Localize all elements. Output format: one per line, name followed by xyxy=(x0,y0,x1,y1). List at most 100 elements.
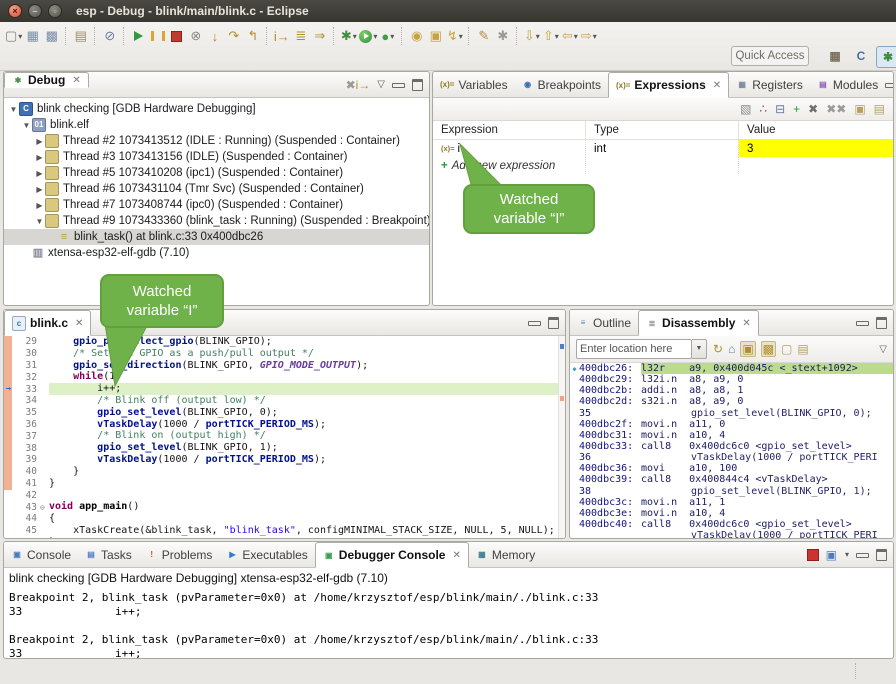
annotations-button[interactable]: ✱ xyxy=(494,26,511,46)
disasm-instruction[interactable]: 400dbc2b:addi.n a8, a8, 1 xyxy=(570,385,893,396)
tab-registers[interactable]: ▦Registers xyxy=(729,72,810,97)
run-launch-button[interactable]: ▾ xyxy=(359,26,377,46)
tab-outline[interactable]: ≡Outline xyxy=(570,310,638,335)
disasm-instruction[interactable]: ◆400dbc26:l32r a9, 0x400d045c <_stext+10… xyxy=(570,363,893,374)
tab-console[interactable]: ▣Console xyxy=(4,542,78,567)
code-line-39[interactable]: 39 vTaskDelay(1000 / portTICK_PERIOD_MS)… xyxy=(4,454,565,466)
code-line-38[interactable]: 38 gpio_set_level(BLINK_GPIO, 1); xyxy=(4,442,565,454)
remove-expression-icon[interactable]: ✖ xyxy=(808,102,818,116)
step-over-button[interactable]: ↷ xyxy=(225,26,242,46)
use-step-filters-button[interactable]: ⇒ xyxy=(311,26,328,46)
code-line-44[interactable]: 44{ xyxy=(4,513,565,525)
twisty-open-icon[interactable]: ▼ xyxy=(8,105,19,114)
twisty-closed-icon[interactable]: ▶ xyxy=(34,169,45,178)
code-line-40[interactable]: 40 } xyxy=(4,466,565,478)
code-line-42[interactable]: 42 xyxy=(4,489,565,501)
back-button[interactable]: ⇦▾ xyxy=(561,26,578,46)
minimize-icon[interactable] xyxy=(885,83,894,88)
go-home-icon[interactable]: ⌂ xyxy=(728,342,735,356)
tab-debug[interactable]: ✱Debug✕ xyxy=(4,72,89,88)
show-logical-structure-icon[interactable]: ∴ xyxy=(759,102,767,116)
overview-ruler[interactable] xyxy=(558,336,565,539)
column-header-value[interactable]: Value xyxy=(739,121,893,139)
tab-problems[interactable]: !Problems xyxy=(139,542,220,567)
disasm-instruction[interactable]: 400dbc2f:movi.n a11, 0 xyxy=(570,419,893,430)
show-full-paths-button[interactable]: ≣ xyxy=(292,26,309,46)
minimize-icon[interactable] xyxy=(856,321,869,326)
twisty-closed-icon[interactable]: ▶ xyxy=(34,137,45,146)
code-line-37[interactable]: 37 /* Blink on (output high) */ xyxy=(4,430,565,442)
open-type-button[interactable]: ◉ xyxy=(408,26,425,46)
disasm-instruction[interactable]: 400dbc39:call8 0x400844c4 <vTaskDelay> xyxy=(570,474,893,485)
open-element-button[interactable]: ↯▾ xyxy=(446,26,463,46)
maximize-icon[interactable] xyxy=(876,549,887,561)
column-header-type[interactable]: Type xyxy=(586,121,739,139)
remove-all-terminated-icon[interactable]: ✖ xyxy=(346,78,356,92)
disasm-source-line[interactable]: 38gpio_set_level(BLINK_GPIO, 1); xyxy=(570,486,893,497)
location-dropdown-icon[interactable]: ▼ xyxy=(692,339,707,359)
window-minimize-button[interactable]: – xyxy=(28,4,42,18)
open-new-view-icon[interactable]: ▣ xyxy=(854,102,865,116)
fold-collapse-icon[interactable]: ⊖ xyxy=(40,503,49,512)
tab-tasks[interactable]: ▤Tasks xyxy=(78,542,139,567)
minimize-icon[interactable] xyxy=(856,553,869,558)
code-line-32[interactable]: 32 while(1) xyxy=(4,371,565,383)
close-tab-icon[interactable]: ✕ xyxy=(72,75,80,86)
add-expression-icon[interactable]: + xyxy=(793,102,800,116)
view-menu-icon[interactable]: ▽ xyxy=(879,344,887,355)
maximize-icon[interactable] xyxy=(876,317,887,329)
sync-with-active-context-icon[interactable]: ▣ xyxy=(740,341,755,357)
code-line-34[interactable]: 34 /* Blink off (output low) */ xyxy=(4,395,565,407)
disasm-source-line[interactable]: 36vTaskDelay(1000 / portTICK_PERI xyxy=(570,452,893,463)
resume-button[interactable] xyxy=(130,26,147,46)
close-tab-icon[interactable]: ✕ xyxy=(742,318,750,329)
tree-item-thread-5-1073410208-ip[interactable]: ▶Thread #5 1073410208 (ipc1) (Suspended … xyxy=(4,165,429,181)
open-perspective-button[interactable]: ▦ xyxy=(824,46,846,66)
last-edit-location-button[interactable]: ⇧▾ xyxy=(542,26,559,46)
minimize-icon[interactable] xyxy=(392,83,405,88)
tree-item-blink-task-at-blink-c-[interactable]: ≡blink_task() at blink.c:33 0x400dbc26 xyxy=(4,229,429,245)
instruction-stepping-button[interactable]: i→ xyxy=(273,26,290,46)
open-resource-button[interactable]: ▣ xyxy=(427,26,444,46)
debug-perspective-button[interactable]: ✱ xyxy=(876,46,896,68)
tab-executables[interactable]: ▶Executables xyxy=(219,542,314,567)
disasm-instruction[interactable]: 400dbc3c:movi.n a11, 1 xyxy=(570,497,893,508)
disasm-instruction[interactable]: 400dbc36:movi a10, 100 xyxy=(570,463,893,474)
pin-view-icon[interactable]: ▤ xyxy=(874,102,885,116)
tree-item-xtensa-esp32-elf-gdb-7-[interactable]: ▥xtensa-esp32-elf-gdb (7.10) xyxy=(4,245,429,261)
track-program-counter-icon[interactable]: ▩ xyxy=(761,341,776,357)
disconnect-button[interactable]: ⊗ xyxy=(187,26,204,46)
view-menu-icon[interactable]: ▽ xyxy=(377,79,385,90)
editor-body[interactable]: 29 gpio_pad_select_gpio(BLINK_GPIO);30 /… xyxy=(4,336,565,539)
forward-button[interactable]: ⇨▾ xyxy=(580,26,597,46)
step-return-button[interactable]: ↰ xyxy=(244,26,261,46)
code-line-46[interactable]: 46} xyxy=(4,537,565,539)
debug-launch-button[interactable]: ✱▾ xyxy=(340,26,357,46)
instruction-stepping-mode-icon[interactable]: i→ xyxy=(356,78,371,92)
tab-breakpoints[interactable]: ◉Breakpoints xyxy=(515,72,608,97)
tab-debugger-console[interactable]: ▣Debugger Console✕ xyxy=(315,542,469,568)
close-tab-icon[interactable]: ✕ xyxy=(713,80,721,91)
location-input[interactable] xyxy=(576,339,692,359)
build-button[interactable]: ▤ xyxy=(72,26,89,46)
suspend-button[interactable] xyxy=(149,26,166,46)
tree-item-thread-9-1073433360-bl[interactable]: ▼Thread #9 1073433360 (blink_task : Runn… xyxy=(4,213,429,229)
code-line-29[interactable]: 29 gpio_pad_select_gpio(BLINK_GPIO); xyxy=(4,336,565,348)
quick-access-button[interactable]: Quick Access xyxy=(731,46,809,66)
new-wizard-button[interactable]: ▢▾ xyxy=(5,26,22,46)
tree-item-thread-3-1073413156-id[interactable]: ▶Thread #3 1073413156 (IDLE) (Suspended … xyxy=(4,149,429,165)
code-line-45[interactable]: 45 xTaskCreate(&blink_task, "blink_task"… xyxy=(4,525,565,537)
skip-all-breakpoints-button[interactable]: ⊘ xyxy=(101,26,118,46)
tab-blink-c[interactable]: cblink.c✕ xyxy=(4,310,91,336)
twisty-open-icon[interactable]: ▼ xyxy=(34,217,45,226)
disasm-instruction[interactable]: 400dbc29:l32i.n a8, a9, 0 xyxy=(570,374,893,385)
window-close-button[interactable]: × xyxy=(8,4,22,18)
tree-item-thread-2-1073413512-id[interactable]: ▶Thread #2 1073413512 (IDLE : Running) (… xyxy=(4,133,429,149)
code-line-31[interactable]: 31 gpio_set_direction(BLINK_GPIO, GPIO_M… xyxy=(4,360,565,372)
code-line-43[interactable]: 43⊖void app_main() xyxy=(4,501,565,513)
terminate-button[interactable] xyxy=(168,26,185,46)
twisty-closed-icon[interactable]: ▶ xyxy=(34,153,45,162)
maximize-icon[interactable] xyxy=(548,317,559,329)
disasm-instruction[interactable]: 400dbc33:call8 0x400dc6c0 <gpio_set_leve… xyxy=(570,441,893,452)
disasm-instruction[interactable]: 400dbc40:call8 0x400dc6c0 <gpio_set_leve… xyxy=(570,519,893,530)
